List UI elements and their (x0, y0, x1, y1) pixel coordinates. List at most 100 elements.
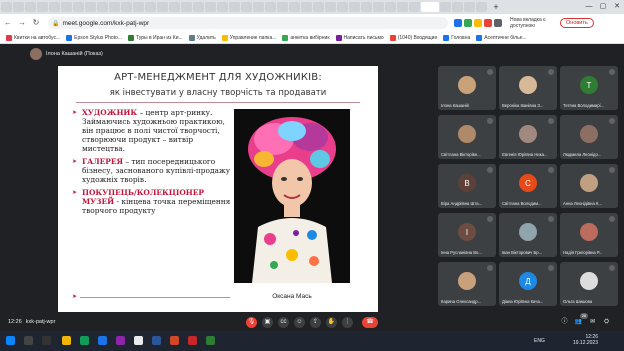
browser-tab[interactable] (253, 2, 264, 12)
search-icon[interactable] (24, 336, 33, 345)
task-view-icon[interactable] (42, 336, 51, 345)
browser-tab[interactable] (145, 2, 156, 12)
address-input[interactable]: 🔒 meet.google.com/kxk-patj-wpr (48, 17, 448, 29)
browser-tab[interactable] (181, 2, 192, 12)
browser-tab[interactable] (464, 2, 475, 12)
extension-icon[interactable] (494, 19, 502, 27)
browser-tab[interactable] (289, 2, 300, 12)
edge-icon[interactable] (98, 336, 107, 345)
participant-tile[interactable]: Ілона Кашаній (438, 66, 496, 110)
browser-tab[interactable] (37, 2, 48, 12)
close-icon[interactable]: ✕ (610, 0, 624, 14)
extension-icon[interactable] (464, 19, 472, 27)
browser-tab[interactable] (349, 2, 360, 12)
explorer-icon[interactable] (62, 336, 71, 345)
microphone-off-icon[interactable]: 🎙 (246, 317, 257, 328)
windows-start-icon[interactable] (6, 336, 15, 345)
browser-tab[interactable] (476, 2, 487, 12)
participant-tile[interactable]: Євгенія Юріївна Ника... (499, 115, 557, 159)
browser-tab[interactable] (193, 2, 204, 12)
participant-tile[interactable]: Надія Григорівна Р... (560, 213, 618, 257)
browser-tab[interactable] (373, 2, 384, 12)
participant-tile[interactable]: Анна Леонідівна К... (560, 164, 618, 208)
participant-tile[interactable]: Д Діана Юріївна Кача... (499, 262, 557, 306)
system-clock[interactable]: 12:26 19.12.2023 (573, 334, 598, 346)
browser-tab[interactable] (397, 2, 408, 12)
chat-icon[interactable]: ✉ (588, 318, 597, 327)
browser-tab[interactable] (440, 2, 451, 12)
browser-tab[interactable] (313, 2, 324, 12)
bookmark-item[interactable]: Написать письмо (335, 34, 384, 41)
maximize-icon[interactable]: ▢ (596, 0, 610, 14)
info-icon[interactable]: ⓘ (560, 318, 569, 327)
app-icon[interactable] (206, 336, 215, 345)
browser-tab[interactable] (241, 2, 252, 12)
browser-tab[interactable] (452, 2, 463, 12)
bookmark-item[interactable]: Квитки на автобус... (6, 34, 60, 41)
end-call-button[interactable]: ☎ (362, 317, 378, 328)
browser-tab[interactable] (301, 2, 312, 12)
browser-tab[interactable] (85, 2, 96, 12)
browser-tab[interactable] (25, 2, 36, 12)
bookmark-item[interactable]: Управление папка... (221, 34, 276, 41)
viber-icon[interactable] (116, 336, 125, 345)
browser-tab[interactable] (61, 2, 72, 12)
people-icon[interactable]: 👥 (574, 318, 583, 327)
browser-tab[interactable] (157, 2, 168, 12)
browser-tab[interactable] (265, 2, 276, 12)
participant-tile[interactable]: Карина Олександр... (438, 262, 496, 306)
participant-tile[interactable]: Вероніка Іванівна З... (499, 66, 557, 110)
forward-icon[interactable]: → (16, 17, 28, 29)
bookmark-item[interactable]: анкетка вибірник (282, 34, 330, 41)
participant-tile[interactable]: Ольга Шишова (560, 262, 618, 306)
participant-tile[interactable]: В Віра Андріївна Шта... (438, 164, 496, 208)
browser-tab[interactable] (229, 2, 240, 12)
captions-icon[interactable]: cc (278, 317, 289, 328)
bookmark-item[interactable]: Головна (443, 34, 470, 41)
browser-tab[interactable] (217, 2, 228, 12)
bookmark-item[interactable]: (1040) Входящие (389, 34, 437, 41)
browser-tab[interactable] (169, 2, 180, 12)
browser-tab[interactable] (109, 2, 120, 12)
minimize-icon[interactable]: — (582, 0, 596, 14)
new-tab-button[interactable]: + (491, 2, 501, 12)
participant-tile[interactable]: Світлана Вікторівн... (438, 115, 496, 159)
emoji-icon[interactable]: ☺ (294, 317, 305, 328)
bookmark-item[interactable]: Epson Stylus Photo... (66, 34, 122, 41)
chrome-window-icon[interactable] (134, 336, 143, 345)
browser-tab[interactable] (385, 2, 396, 12)
browser-tab[interactable] (73, 2, 84, 12)
browser-tab[interactable] (121, 2, 132, 12)
participant-tile[interactable]: Людмила Леонідо... (560, 115, 618, 159)
word-icon[interactable] (152, 336, 161, 345)
participant-tile[interactable]: Іван Вікторович Бр... (499, 213, 557, 257)
update-button[interactable]: Оновить (560, 18, 594, 28)
browser-tab[interactable] (49, 2, 60, 12)
browser-tab[interactable] (13, 2, 24, 12)
camera-icon[interactable]: ▣ (262, 317, 273, 328)
back-icon[interactable]: ← (2, 17, 14, 29)
participant-tile[interactable]: Т Тетяна Володимирі... (560, 66, 618, 110)
browser-tab[interactable] (409, 2, 420, 12)
browser-tab[interactable] (277, 2, 288, 12)
browser-tab[interactable] (421, 2, 439, 12)
browser-tab[interactable] (325, 2, 336, 12)
extension-icon[interactable] (454, 19, 462, 27)
browser-tab[interactable] (1, 2, 12, 12)
chrome-icon[interactable] (80, 336, 89, 345)
more-options-icon[interactable]: ⋮ (342, 317, 353, 328)
browser-tab[interactable] (205, 2, 216, 12)
browser-tab[interactable] (97, 2, 108, 12)
present-screen-icon[interactable]: ⇪ (310, 317, 321, 328)
powerpoint-icon[interactable] (170, 336, 179, 345)
raise-hand-icon[interactable]: ✋ (326, 317, 337, 328)
reload-icon[interactable]: ↻ (30, 17, 42, 29)
extension-icon[interactable] (484, 19, 492, 27)
browser-tab[interactable] (133, 2, 144, 12)
language-indicator[interactable]: ENG (534, 338, 545, 344)
participant-tile[interactable]: С Світлана Володим... (499, 164, 557, 208)
extension-icon[interactable] (474, 19, 482, 27)
bookmark-item[interactable]: Асептичне білье... (476, 34, 527, 41)
browser-tab[interactable] (337, 2, 348, 12)
bookmark-item[interactable]: Удалить (188, 34, 216, 41)
